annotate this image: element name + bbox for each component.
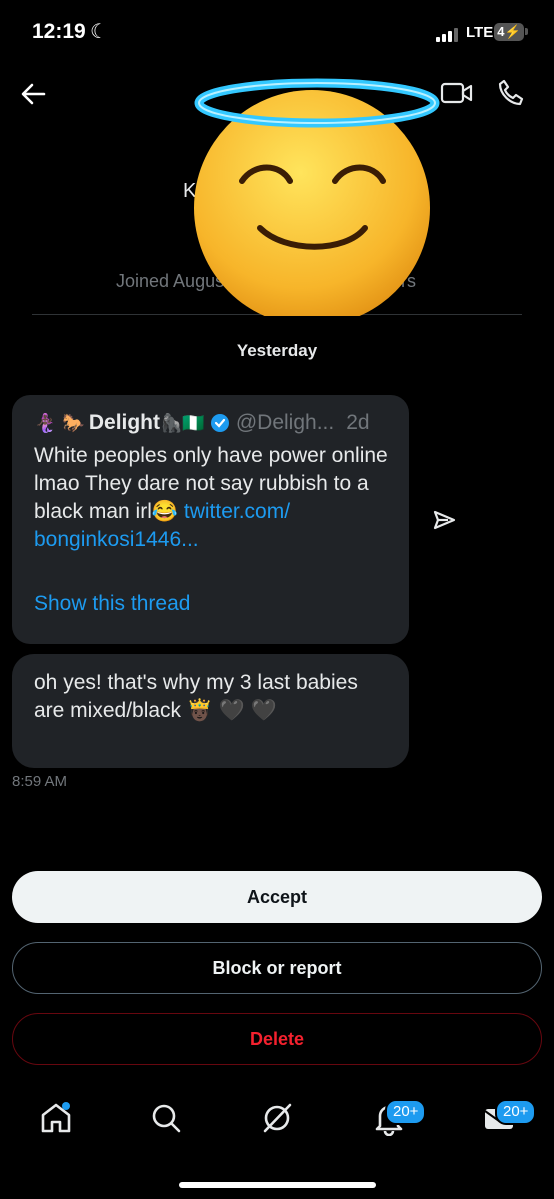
home-indicator [179, 1182, 376, 1188]
phone-call-icon[interactable] [496, 78, 526, 108]
moon-icon: ☾ [90, 21, 108, 43]
status-bar: 12:19 ☾ LTE 4⚡ [0, 0, 554, 66]
delete-button[interactable]: Delete [12, 1013, 542, 1065]
video-call-icon[interactable] [440, 80, 474, 106]
accept-button[interactable]: Accept [12, 871, 542, 923]
block-or-report-button[interactable]: Block or report [12, 942, 542, 994]
back-arrow-icon[interactable] [18, 78, 50, 110]
halo-emoji-overlay [194, 78, 440, 316]
share-icon[interactable] [430, 506, 458, 534]
tweet-author-handle: @Deligh... [235, 411, 335, 434]
verified-badge-icon [210, 414, 229, 432]
search-icon[interactable] [148, 1100, 184, 1136]
avatar-emoji-icon: 🧜🏿‍♀️ [34, 412, 57, 433]
show-thread-link[interactable]: Show this thread [34, 592, 190, 616]
status-time: 12:19 [32, 20, 86, 43]
quoted-tweet-text: White peoples only have power online lma… [34, 442, 394, 554]
quoted-tweet-header: 🧜🏿‍♀️ 🐎 Delight 🦍🇳🇬 @Deligh... 2d [34, 411, 370, 435]
messages-badge: 20+ [495, 1099, 537, 1125]
battery-level: 4 [497, 24, 505, 39]
grok-icon[interactable] [259, 1100, 295, 1136]
network-label: LTE [466, 24, 494, 41]
battery-cap [525, 28, 528, 35]
message-text: oh yes! that's why my 3 last babies are … [34, 671, 358, 722]
horse-emoji-icon: 🐎 [62, 412, 85, 433]
date-separator: Yesterday [236, 341, 318, 360]
signal-icon [436, 28, 460, 42]
tweet-age: 2d [346, 411, 370, 434]
message-timestamp: 8:59 AM [12, 773, 68, 790]
home-notification-dot [62, 1102, 70, 1110]
name-emoji: 🦍🇳🇬 [160, 412, 205, 433]
notifications-badge: 20+ [385, 1099, 427, 1125]
tweet-author-name: Delight [88, 411, 161, 434]
battery-icon: 4⚡ [494, 23, 524, 41]
